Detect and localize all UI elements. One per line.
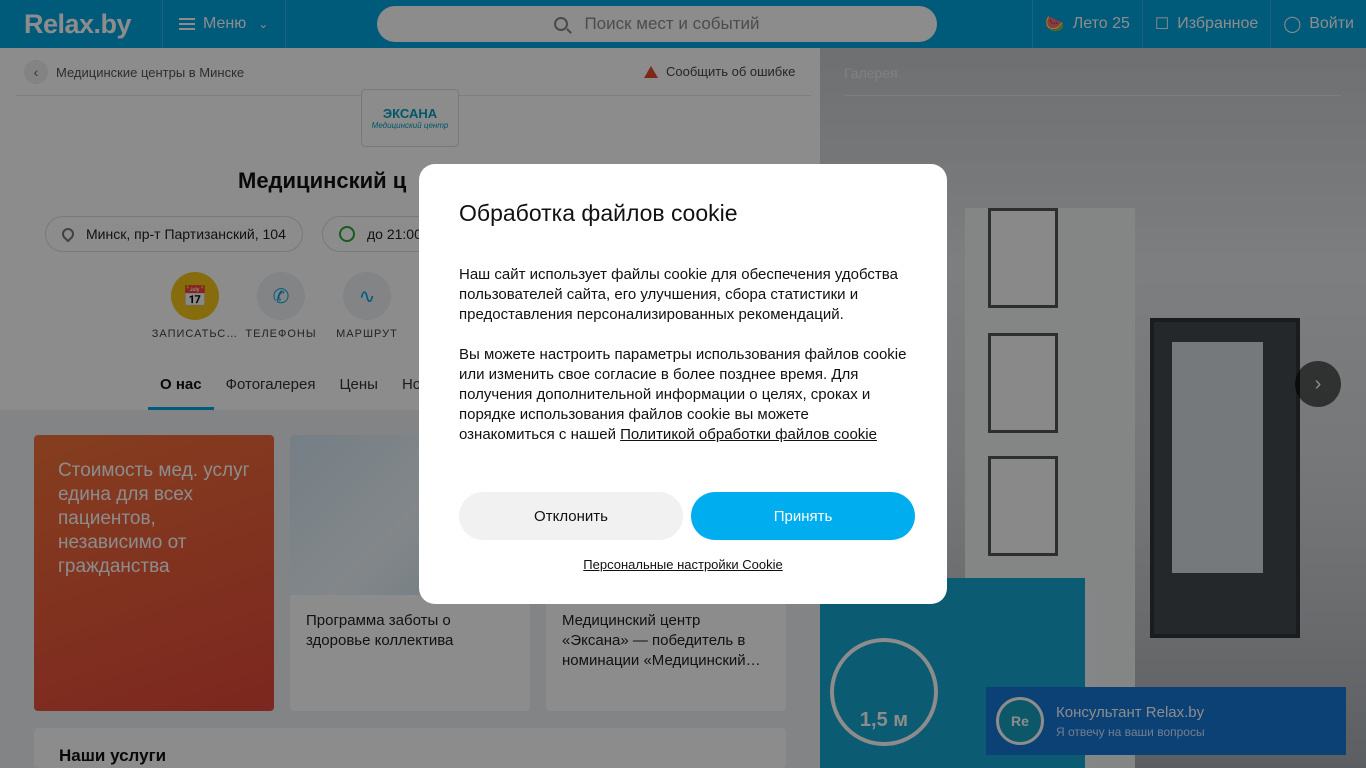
cookie-consent-dialog: Обработка файлов cookie Наш сайт использ… [419, 164, 947, 604]
cookie-policy-link[interactable]: Политикой обработки файлов cookie [620, 426, 877, 443]
accept-button[interactable]: Принять [691, 492, 915, 540]
decline-button[interactable]: Отклонить [459, 492, 683, 540]
cookie-settings-link[interactable]: Персональные настройки Cookie [419, 557, 947, 572]
cookie-paragraph-1: Наш сайт использует файлы cookie для обе… [459, 266, 898, 323]
cookie-paragraph-2: Вы можете настроить параметры использова… [459, 345, 907, 445]
cookie-dialog-title: Обработка файлов cookie [459, 200, 738, 226]
